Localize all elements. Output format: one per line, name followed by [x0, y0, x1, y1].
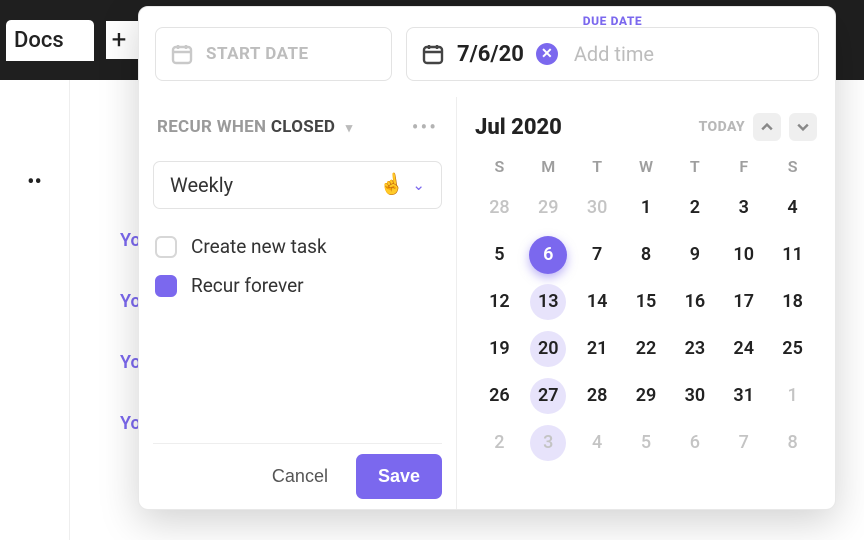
today-button[interactable]: TODAY	[699, 119, 745, 135]
calendar-day[interactable]: 7	[573, 231, 622, 278]
recur-prefix: RECUR WHEN	[157, 117, 266, 137]
calendar-day[interactable]: 22	[622, 325, 671, 372]
calendar-day[interactable]: 12	[475, 278, 524, 325]
checkbox-icon[interactable]	[155, 236, 177, 258]
calendar-day[interactable]: 25	[768, 325, 817, 372]
option-label: Create new task	[191, 235, 327, 258]
calendar-dow-header: W	[622, 149, 671, 184]
chevron-up-icon	[761, 121, 773, 133]
calendar-day[interactable]: 4	[768, 184, 817, 231]
more-options-icon[interactable]: •••	[412, 115, 438, 139]
calendar-day[interactable]: 7	[719, 419, 768, 466]
chevron-down-icon: ⌄	[412, 176, 425, 194]
modal-footer: Cancel Save	[153, 443, 442, 509]
chevron-down-icon: ▾	[346, 121, 353, 136]
calendar-day[interactable]: 2	[670, 184, 719, 231]
calendar-dow-header: S	[768, 149, 817, 184]
calendar-panel: Jul 2020 TODAY SMTWTFS282930123456789101…	[457, 97, 835, 509]
calendar-day[interactable]: 8	[622, 231, 671, 278]
calendar-day[interactable]: 10	[719, 231, 768, 278]
calendar-day[interactable]: 3	[524, 419, 573, 466]
calendar-day[interactable]: 8	[768, 419, 817, 466]
calendar-day[interactable]: 2	[475, 419, 524, 466]
calendar-dow-header: T	[573, 149, 622, 184]
calendar-day[interactable]: 13	[524, 278, 573, 325]
calendar-day[interactable]: 24	[719, 325, 768, 372]
tab-docs[interactable]: Docs	[6, 20, 94, 61]
calendar-day[interactable]: 21	[573, 325, 622, 372]
calendar-day[interactable]: 28	[573, 372, 622, 419]
next-month-button[interactable]	[789, 113, 817, 141]
calendar-dow-header: M	[524, 149, 573, 184]
frequency-select[interactable]: Weekly ⌄	[153, 161, 442, 209]
calendar-dow-header: F	[719, 149, 768, 184]
checkbox-checked-icon[interactable]	[155, 275, 177, 297]
calendar-day[interactable]: 6	[670, 419, 719, 466]
recurrence-modal: START DATE DUE DATE 7/6/20 ✕ Add time RE…	[138, 6, 836, 510]
due-date-field[interactable]: DUE DATE 7/6/20 ✕ Add time	[406, 27, 819, 81]
calendar-day[interactable]: 29	[622, 372, 671, 419]
start-date-placeholder: START DATE	[206, 44, 309, 64]
calendar-day[interactable]: 30	[670, 372, 719, 419]
start-date-field[interactable]: START DATE	[155, 27, 392, 81]
option-recur-forever[interactable]: Recur forever	[153, 266, 442, 305]
calendar-day[interactable]: 4	[573, 419, 622, 466]
calendar-icon	[421, 42, 445, 66]
calendar-dow-header: S	[475, 149, 524, 184]
calendar-day[interactable]: 5	[622, 419, 671, 466]
calendar-day[interactable]: 30	[573, 184, 622, 231]
calendar-dow-header: T	[670, 149, 719, 184]
option-label: Recur forever	[191, 274, 304, 297]
calendar-day[interactable]: 5	[475, 231, 524, 278]
due-date-value: 7/6/20	[457, 42, 524, 67]
calendar-day[interactable]: 29	[524, 184, 573, 231]
calendar-day[interactable]: 28	[475, 184, 524, 231]
calendar-grid: SMTWTFS282930123456789101112131415161718…	[475, 149, 817, 466]
clear-due-date-icon[interactable]: ✕	[536, 43, 558, 65]
calendar-day[interactable]: 14	[573, 278, 622, 325]
calendar-day[interactable]: 3	[719, 184, 768, 231]
add-time-button[interactable]: Add time	[574, 42, 654, 66]
calendar-month-label: Jul 2020	[475, 115, 562, 140]
chevron-down-icon	[797, 121, 809, 133]
more-dots-icon[interactable]: ••	[27, 170, 42, 195]
frequency-value: Weekly	[170, 173, 233, 197]
due-date-label: DUE DATE	[583, 14, 643, 28]
calendar-day[interactable]: 9	[670, 231, 719, 278]
calendar-day[interactable]: 19	[475, 325, 524, 372]
calendar-day[interactable]: 27	[524, 372, 573, 419]
cancel-button[interactable]: Cancel	[254, 456, 346, 497]
recur-state: CLOSED	[271, 117, 335, 137]
save-button[interactable]: Save	[356, 454, 442, 499]
calendar-day[interactable]: 1	[768, 372, 817, 419]
option-create-new-task[interactable]: Create new task	[153, 227, 442, 266]
left-sidebar: ••	[0, 80, 70, 540]
calendar-day[interactable]: 11	[768, 231, 817, 278]
calendar-day[interactable]: 18	[768, 278, 817, 325]
calendar-day[interactable]: 1	[622, 184, 671, 231]
calendar-day[interactable]: 15	[622, 278, 671, 325]
calendar-day[interactable]: 26	[475, 372, 524, 419]
prev-month-button[interactable]	[753, 113, 781, 141]
calendar-day[interactable]: 31	[719, 372, 768, 419]
calendar-day[interactable]: 16	[670, 278, 719, 325]
calendar-day[interactable]: 23	[670, 325, 719, 372]
calendar-day[interactable]: 17	[719, 278, 768, 325]
calendar-day[interactable]: 6	[524, 231, 573, 278]
calendar-day[interactable]: 20	[524, 325, 573, 372]
calendar-icon	[170, 42, 194, 66]
recur-when-label[interactable]: RECUR WHEN CLOSED ▾	[157, 117, 353, 137]
